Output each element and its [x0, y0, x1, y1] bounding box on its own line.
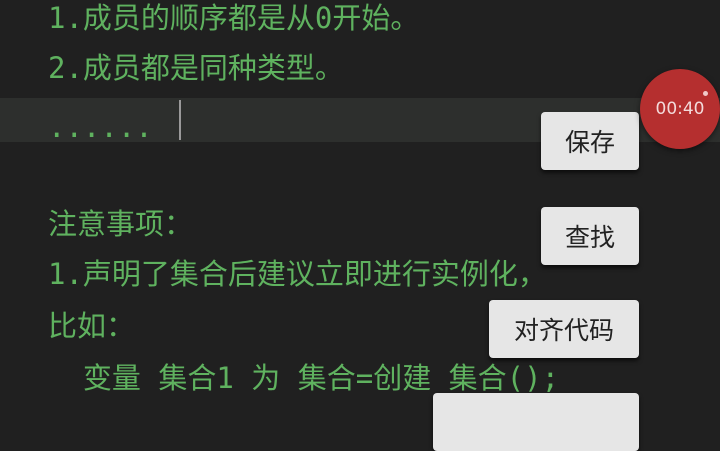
recording-dot-icon	[703, 91, 708, 96]
partial-button[interactable]	[433, 393, 639, 451]
find-button[interactable]: 查找	[541, 207, 639, 265]
text-cursor	[179, 100, 181, 140]
save-button[interactable]: 保存	[541, 112, 639, 170]
code-line-text: 比如：	[48, 309, 136, 343]
recording-timer[interactable]: 00:40	[640, 69, 720, 149]
code-line-text: 1.声明了集合后建议立即进行实例化，	[48, 257, 547, 291]
timer-text: 00:40	[655, 99, 705, 119]
code-line-1: 1.成员的顺序都是从0开始。	[0, 0, 720, 42]
code-line-2: 2.成员都是同种类型。	[0, 44, 720, 92]
align-code-button[interactable]: 对齐代码	[489, 300, 639, 358]
code-line-text: 2.成员都是同种类型。	[48, 51, 344, 85]
code-line-text: 1.成员的顺序都是从0开始。	[48, 1, 420, 35]
code-line-text: 注意事项：	[48, 207, 194, 241]
code-line-text: ......	[48, 110, 153, 144]
code-line-text: 变量 集合1 为 集合=创建 集合();	[48, 361, 560, 395]
